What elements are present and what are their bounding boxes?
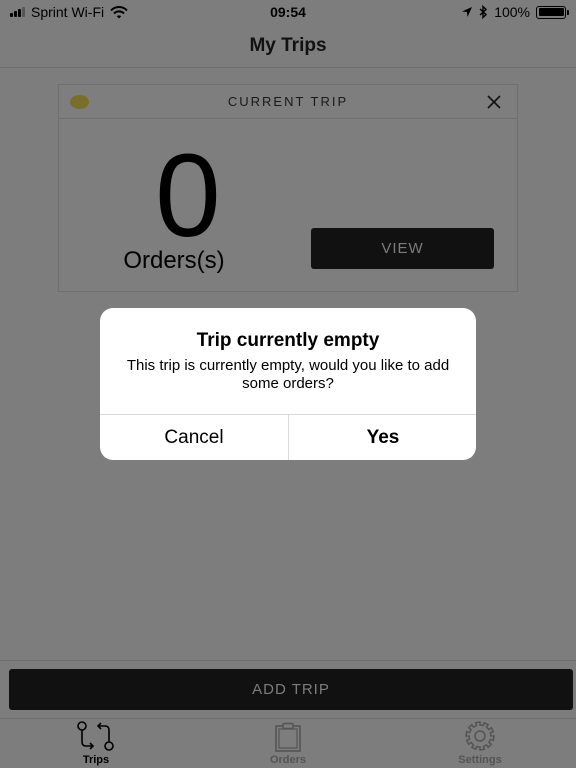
- tab-label: Orders: [269, 754, 307, 766]
- alert-title: Trip currently empty: [196, 330, 380, 351]
- trip-card-header: CURRENT TRIP: [59, 85, 517, 119]
- tab-label: Settings: [458, 754, 502, 766]
- yes-button[interactable]: Yes: [289, 415, 476, 460]
- close-icon[interactable]: [485, 93, 503, 111]
- location-arrow-icon: [462, 7, 473, 17]
- alert-dialog: Trip currently empty This trip is curren…: [100, 308, 476, 460]
- battery-fill: [538, 8, 564, 16]
- gear-icon: [465, 721, 495, 751]
- wifi-icon: [110, 5, 128, 18]
- battery-icon: [536, 5, 569, 19]
- view-button[interactable]: VIEW: [311, 228, 494, 269]
- tab-orders[interactable]: Orders: [192, 719, 384, 768]
- clipboard-icon: [275, 722, 301, 752]
- bluetooth-icon: [479, 5, 488, 19]
- trips-icon: [77, 721, 114, 751]
- gear-hub: [474, 730, 486, 742]
- status-left: Sprint Wi-Fi: [10, 4, 128, 20]
- status-right: 100%: [461, 4, 569, 20]
- trip-card-title: CURRENT TRIP: [227, 94, 349, 109]
- current-trip-card: CURRENT TRIP 0 Orders(s) VIEW: [58, 84, 518, 292]
- gear-outline: [465, 721, 495, 751]
- tab-label: Trips: [82, 754, 110, 766]
- status-bar: Sprint Wi-Fi 09:54 100%: [0, 0, 576, 24]
- navigation-bar: My Trips: [0, 24, 576, 68]
- add-trip-area: ADD TRIP: [0, 660, 576, 718]
- order-count: 0: [155, 130, 221, 262]
- alert-message: This trip is currently empty, would you …: [126, 357, 450, 392]
- trip-status-dot: [70, 95, 89, 109]
- tab-settings[interactable]: Settings: [384, 719, 576, 768]
- cancel-button[interactable]: Cancel: [100, 415, 288, 460]
- tab-trips[interactable]: Trips: [0, 719, 192, 768]
- signal-strength-icon: [10, 7, 25, 17]
- page-title: My Trips: [249, 34, 327, 56]
- carrier-name: Sprint Wi-Fi: [31, 4, 105, 20]
- order-count-label: Orders(s): [123, 247, 225, 274]
- add-trip-button[interactable]: ADD TRIP: [9, 669, 573, 710]
- tab-bar: Trips Orders Settings: [0, 718, 576, 768]
- battery-percent: 100%: [494, 4, 530, 20]
